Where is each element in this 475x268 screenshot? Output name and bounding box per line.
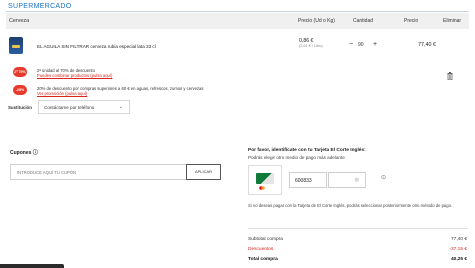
coupons-title: Cupones ⓘ xyxy=(10,150,38,156)
section-title: SUPERMERCADO xyxy=(8,3,72,10)
help-icon[interactable]: ⊙ xyxy=(381,174,386,181)
eye-icon[interactable]: ◎ xyxy=(355,177,359,183)
substitution-label: Sustitución xyxy=(8,105,32,110)
category-header: Cerveza xyxy=(9,18,30,24)
identify-title: Por favor, identifícate con tu Tarjeta E… xyxy=(248,148,366,153)
quantity-value[interactable]: 90 xyxy=(358,42,364,48)
decrease-quantity-button[interactable]: − xyxy=(349,41,353,48)
card-number-field[interactable]: 600833 xyxy=(289,172,327,188)
coupon-input[interactable] xyxy=(10,164,187,180)
line-total: 77,40 € xyxy=(418,42,436,48)
mastercard-icon xyxy=(259,186,265,190)
chevron-down-icon: ⌄ xyxy=(118,104,123,110)
identify-subtitle: Podrás elegir otro medio de pago más ade… xyxy=(248,155,345,160)
card-image xyxy=(256,173,274,184)
total-label: Total compra xyxy=(248,257,278,262)
card-pin-field[interactable]: ◎ xyxy=(328,172,366,188)
apply-coupon-button[interactable]: APLICAR xyxy=(186,164,221,180)
discount-value: -37,15 € xyxy=(449,247,467,252)
promo-link[interactable]: Ver promoción (pulsa aquí) xyxy=(37,91,87,96)
promo-badge-icon: 2ª 70% xyxy=(13,67,27,77)
quantity-header: Cantidad xyxy=(353,18,374,24)
substitution-value: Contáctame por teléfono xyxy=(44,105,95,110)
discount-label: Descuentos xyxy=(248,247,274,252)
subtotal-value: 77,40 € xyxy=(450,237,467,242)
unit-price-header: Precio (Ud o Kg) xyxy=(298,18,335,24)
payment-note: Si no deseas pagar con la Tarjeta de El … xyxy=(248,203,453,208)
remove-header: Eliminar xyxy=(443,18,462,24)
product-image[interactable] xyxy=(9,37,23,54)
bottom-bar xyxy=(0,264,64,268)
store-card-option[interactable] xyxy=(248,165,282,195)
promo-badge-icon: -25% xyxy=(13,85,27,95)
subtotal-label: Subtotal compra xyxy=(248,237,283,242)
product-name[interactable]: EL AGUILA SIN FILTRAR cerveza rubia espe… xyxy=(37,44,156,49)
summary-divider xyxy=(248,228,468,229)
table-header: Cerveza Precio (Ud o Kg) Cantidad Precio… xyxy=(6,13,469,29)
increase-quantity-button[interactable]: + xyxy=(373,41,377,48)
promo-link[interactable]: Puedes combinar productos (pulsa aquí) xyxy=(37,73,112,78)
substitution-select[interactable]: Contáctame por teléfono ⌄ xyxy=(38,100,130,114)
title-divider xyxy=(6,11,469,12)
price-header: Precio xyxy=(404,18,419,24)
total-value: 40,25 € xyxy=(450,257,467,262)
trash-icon[interactable] xyxy=(447,72,453,80)
price-per-litre: (2,61 € / Litro) xyxy=(299,44,323,48)
